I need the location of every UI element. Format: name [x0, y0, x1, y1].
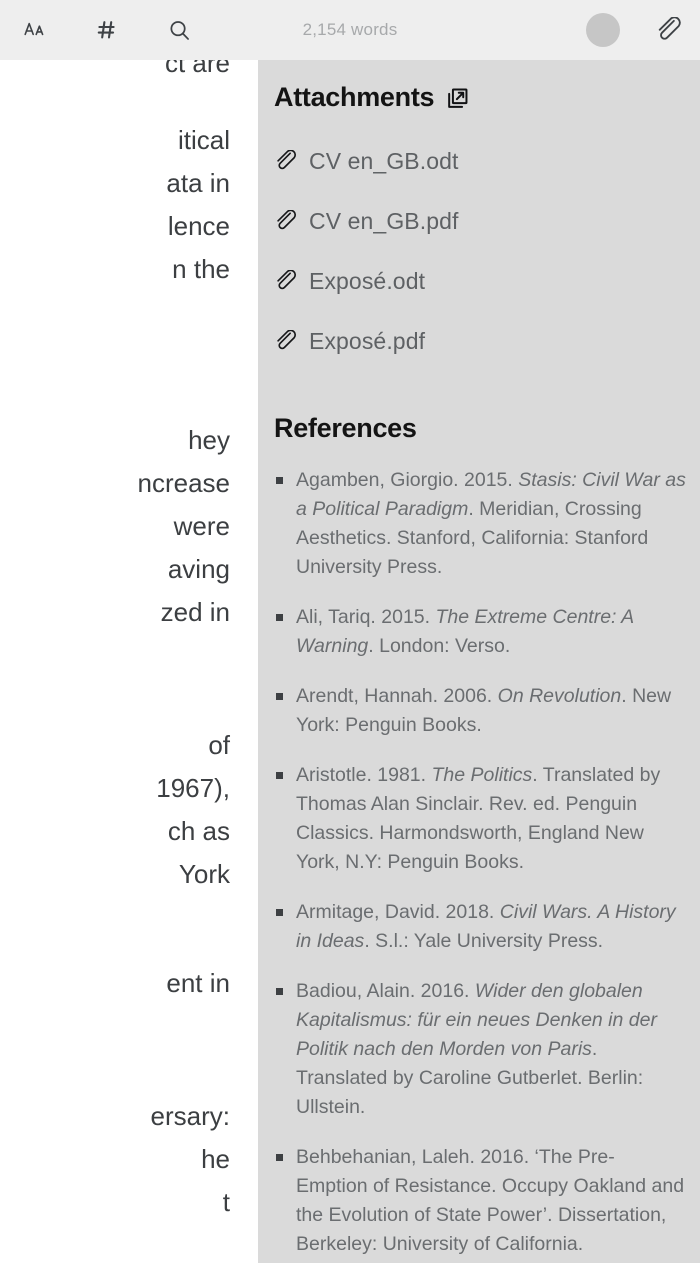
attachments-references-panel: Attachments CV en_GB.odt CV en_GB.pdf Ex…	[258, 60, 700, 1263]
open-in-new-window-icon-glyph	[447, 88, 468, 108]
reference-text: Badiou, Alain. 2016.	[296, 980, 475, 1002]
reference-item[interactable]: Behbehanian, Laleh. 2016. ‘The Pre-Empti…	[274, 1143, 686, 1259]
reference-item[interactable]: Badiou, Alain. 2016. Wider den globalen …	[274, 977, 686, 1122]
document-line: ent in	[166, 968, 230, 998]
attachment-item[interactable]: CV en_GB.pdf	[274, 191, 686, 251]
toolbar-left-group	[0, 13, 196, 47]
avatar[interactable]	[586, 13, 620, 47]
attachment-paperclip-icon-glyph	[658, 17, 681, 40]
app-window: 2,154 words ct are itical ata in lence n…	[0, 0, 700, 1263]
document-line: ct are	[164, 60, 230, 78]
reference-item[interactable]: Ali, Tariq. 2015. The Extreme Centre: A …	[274, 603, 686, 661]
document-paragraph: hey ncrease were aving zed in	[0, 419, 248, 634]
reference-text: Ali, Tariq. 2015.	[296, 606, 436, 628]
open-in-new-window-icon[interactable]	[444, 86, 470, 112]
paperclip-icon	[274, 209, 298, 233]
document-line: of	[208, 730, 230, 760]
attachment-name: CV en_GB.pdf	[309, 207, 459, 234]
document-line: lence	[167, 211, 230, 241]
document-text: ct are itical ata in lence n the hey ncr…	[0, 60, 248, 1258]
document-line: ch as	[167, 816, 230, 846]
references-heading: References	[274, 413, 686, 444]
toolbar-right-group	[586, 0, 686, 60]
reference-text: Arendt, Hannah. 2006.	[296, 685, 498, 707]
references-title: References	[274, 413, 417, 443]
attachment-paperclip-icon[interactable]	[652, 13, 686, 47]
attachments-title: Attachments	[274, 82, 435, 112]
document-pane[interactable]: ct are itical ata in lence n the hey ncr…	[0, 60, 258, 1263]
document-line: hey	[188, 425, 230, 455]
document-line: 1967),	[156, 773, 230, 803]
document-paragraph: itical ata in lence n the	[0, 119, 248, 291]
attachment-item[interactable]: Exposé.pdf	[274, 311, 686, 371]
attachment-name: CV en_GB.odt	[309, 147, 459, 174]
outline-hash-icon[interactable]	[90, 13, 124, 47]
attachment-item[interactable]: Exposé.odt	[274, 251, 686, 311]
document-paragraph: of 1967), ch as York	[0, 724, 248, 896]
document-line: ata in	[166, 168, 230, 198]
paperclip-icon	[274, 269, 298, 293]
reference-item[interactable]: Aristotle. 1981. The Politics. Translate…	[274, 761, 686, 877]
document-line: n the	[172, 254, 230, 284]
document-paragraph: ct are	[0, 60, 248, 85]
paperclip-icon-glyph	[277, 210, 296, 230]
document-line: he	[201, 1144, 230, 1174]
document-line: itical	[177, 125, 230, 155]
reference-item[interactable]: Agamben, Giorgio. 2015. Stasis: Civil Wa…	[274, 466, 686, 582]
paperclip-icon	[274, 149, 298, 173]
reference-text: . S.l.: Yale University Press.	[364, 930, 604, 952]
references-list: Agamben, Giorgio. 2015. Stasis: Civil Wa…	[274, 466, 686, 1263]
word-count-label: 2,154 words	[302, 20, 398, 39]
attachment-item[interactable]: CV en_GB.odt	[274, 131, 686, 191]
document-paragraph: ersary: he t	[0, 1095, 248, 1224]
document-line: York	[178, 859, 230, 889]
attachments-list: CV en_GB.odt CV en_GB.pdf Exposé.odt Exp…	[274, 131, 686, 371]
paperclip-icon-glyph	[277, 150, 296, 170]
typography-icon-glyph	[24, 22, 44, 36]
attachment-name: Exposé.pdf	[309, 327, 426, 354]
document-line: ersary:	[150, 1101, 230, 1131]
document-line: t	[222, 1187, 230, 1217]
reference-text: . London: Verso.	[368, 635, 511, 657]
typography-icon[interactable]	[18, 13, 52, 47]
reference-text: Aristotle. 1981.	[296, 764, 432, 786]
document-line: zed in	[160, 597, 230, 627]
outline-hash-icon-glyph	[97, 21, 115, 39]
reference-item[interactable]: Arendt, Hannah. 2006. On Revolution. New…	[274, 682, 686, 740]
search-icon[interactable]	[162, 13, 196, 47]
reference-text: Armitage, David. 2018.	[296, 901, 500, 923]
reference-text: Behbehanian, Laleh. 2016. ‘The Pre-Empti…	[296, 1146, 685, 1255]
document-paragraph: ent in	[0, 962, 248, 1005]
top-toolbar: 2,154 words	[0, 0, 700, 60]
document-line: aving	[167, 554, 230, 584]
reference-item[interactable]: Armitage, David. 2018. Civil Wars. A His…	[274, 898, 686, 956]
paperclip-icon-glyph	[277, 330, 296, 350]
attachments-heading: Attachments	[274, 82, 686, 113]
attachment-name: Exposé.odt	[309, 267, 426, 294]
reference-title-italic: The Politics	[431, 764, 533, 786]
reference-text: Agamben, Giorgio. 2015.	[296, 469, 519, 491]
document-line: ncrease	[137, 468, 231, 498]
document-line: were	[173, 511, 230, 541]
paperclip-icon-glyph	[277, 270, 296, 290]
search-icon-glyph	[169, 20, 189, 40]
reference-title-italic: On Revolution	[497, 685, 622, 707]
paperclip-icon	[274, 329, 298, 353]
